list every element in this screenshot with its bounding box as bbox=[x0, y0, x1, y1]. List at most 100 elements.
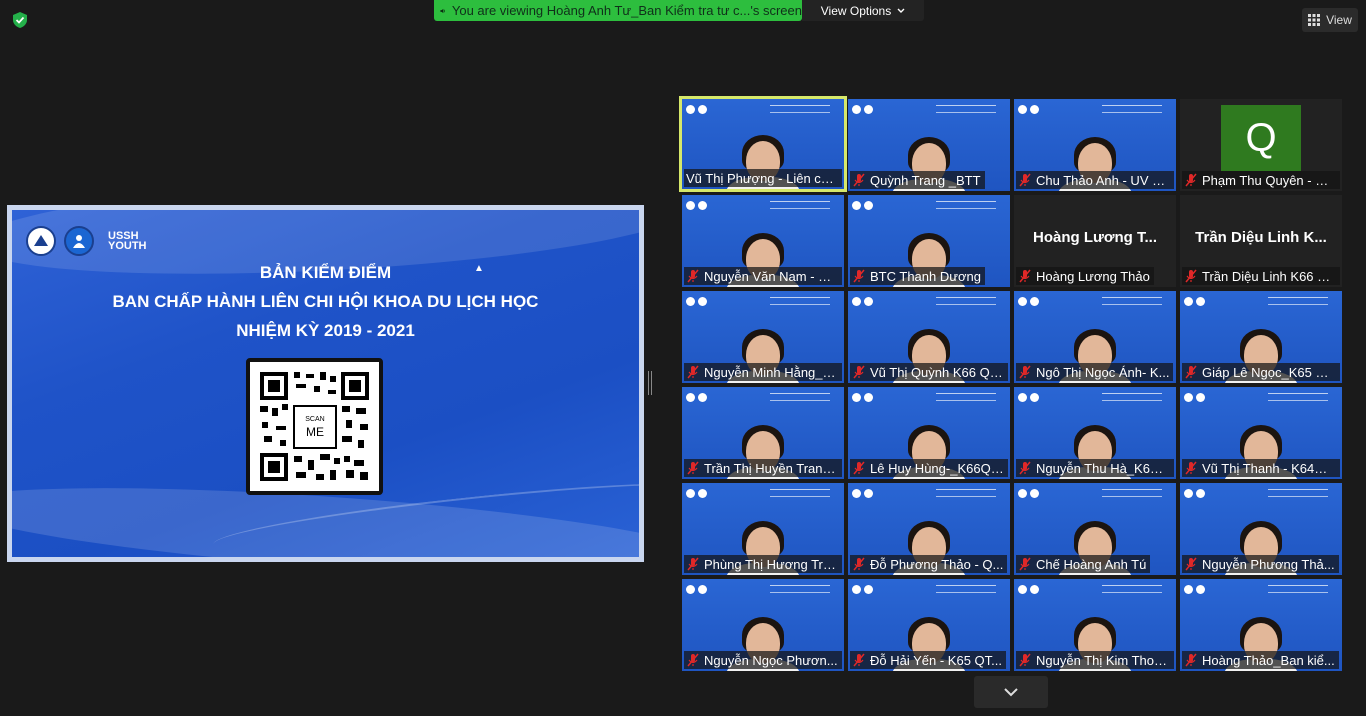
participant-tile[interactable]: Quỳnh Trang _BTT bbox=[848, 99, 1010, 191]
chevron-down-icon bbox=[1004, 688, 1018, 697]
next-page-button[interactable] bbox=[974, 676, 1048, 708]
muted-mic-icon bbox=[1185, 269, 1197, 283]
participant-name-label: Vũ Thị Phượng - Liên chi... bbox=[684, 169, 842, 187]
participant-avatar: Q bbox=[1221, 105, 1301, 171]
participant-display-name: Hoàng Lương T... bbox=[1032, 229, 1157, 246]
zoom-meeting-window: You are viewing Hoàng Anh Tư_Ban Kiểm tr… bbox=[0, 0, 1366, 716]
participant-name: BTC Thanh Dương bbox=[870, 268, 981, 284]
slide-title-line2: BAN CHẤP HÀNH LIÊN CHI HỘI KHOA DU LỊCH … bbox=[112, 292, 539, 311]
background-banner bbox=[1018, 390, 1172, 404]
muted-mic-icon bbox=[853, 365, 865, 379]
gallery-view-button[interactable]: View bbox=[1302, 8, 1358, 32]
participant-tile[interactable]: Vũ Thị Phượng - Liên chi... bbox=[679, 96, 847, 192]
participant-name-label: Hoàng Lương Thảo bbox=[1016, 267, 1154, 285]
participant-tile[interactable]: Phùng Thị Hương Trà... bbox=[682, 483, 844, 575]
participant-tile[interactable]: Trần Diệu Linh K... Trần Diệu Linh K66 Q.… bbox=[1180, 195, 1342, 287]
security-shield-icon[interactable] bbox=[11, 11, 29, 29]
participant-tile[interactable]: Nguyễn Thị Kim Thoa... bbox=[1014, 579, 1176, 671]
participant-tile[interactable]: Hoàng Thảo_Ban kiể... bbox=[1180, 579, 1342, 671]
participant-name-label: Nguyễn Ngọc Phươn... bbox=[684, 651, 842, 669]
participant-tile[interactable]: Ngô Thị Ngọc Ánh- K... bbox=[1014, 291, 1176, 383]
participant-name: Nguyễn Phương Thả... bbox=[1202, 556, 1335, 572]
participant-tile[interactable]: Trần Thị Huyền Trang... bbox=[682, 387, 844, 479]
panel-resize-handle[interactable] bbox=[648, 371, 652, 395]
participant-tile[interactable]: Nguyễn Thu Hà_K64 ... bbox=[1014, 387, 1176, 479]
participant-name-label: Lê Huy Hùng-_K66QT... bbox=[850, 459, 1008, 477]
participant-tile[interactable]: Lê Huy Hùng-_K66QT... bbox=[848, 387, 1010, 479]
background-banner bbox=[852, 294, 1006, 308]
participant-tile[interactable]: Nguyễn Phương Thả... bbox=[1180, 483, 1342, 575]
participant-name-label: Quỳnh Trang _BTT bbox=[850, 171, 985, 189]
participant-name-label: Vũ Thị Quỳnh K66 QT... bbox=[850, 363, 1008, 381]
participant-tile[interactable]: Nguyễn Văn Nam - Đ... bbox=[682, 195, 844, 287]
qr-code: SCAN ME bbox=[246, 358, 383, 495]
participant-name-label: Ngô Thị Ngọc Ánh- K... bbox=[1016, 363, 1174, 381]
background-banner bbox=[1184, 486, 1338, 500]
muted-mic-icon bbox=[687, 461, 699, 475]
participant-name-label: Vũ Thị Thanh - K64QT... bbox=[1182, 459, 1340, 477]
background-banner bbox=[1184, 390, 1338, 404]
qr-me-label: ME bbox=[306, 425, 324, 439]
participant-name: Đỗ Hải Yến - K65 QT... bbox=[870, 652, 1002, 668]
participant-name: Vũ Thị Thanh - K64QT... bbox=[1202, 460, 1336, 476]
participant-name-label: Phùng Thị Hương Trà... bbox=[684, 555, 842, 573]
muted-mic-icon bbox=[1185, 173, 1197, 187]
mouse-cursor-icon: ▲ bbox=[474, 263, 484, 274]
muted-mic-icon bbox=[687, 269, 699, 283]
participant-name: Đỗ Phương Thảo - Q... bbox=[870, 556, 1004, 572]
participant-name: Vũ Thị Quỳnh K66 QT... bbox=[870, 364, 1004, 380]
participant-tile[interactable]: Nguyễn Ngọc Phươn... bbox=[682, 579, 844, 671]
slide-logos: USSH YOUTH bbox=[26, 226, 147, 256]
youth-logo-text: YOUTH bbox=[108, 240, 147, 252]
grid-icon bbox=[1308, 14, 1321, 26]
background-banner bbox=[1018, 294, 1172, 308]
participant-tile[interactable]: BTC Thanh Dương bbox=[848, 195, 1010, 287]
shared-screen-slide: USSH YOUTH BẢN KIỂM ĐIỂM BAN CHẤP HÀNH L… bbox=[7, 205, 644, 562]
participant-tile[interactable]: Chế Hoàng Anh Tú bbox=[1014, 483, 1176, 575]
participant-name: Nguyễn Minh Hằng_K... bbox=[704, 364, 838, 380]
participant-tile[interactable]: Đỗ Hải Yến - K65 QT... bbox=[848, 579, 1010, 671]
participant-name-label: Nguyễn Minh Hằng_K... bbox=[684, 363, 842, 381]
participant-name-label: Nguyễn Thu Hà_K64 ... bbox=[1016, 459, 1174, 477]
view-options-label: View Options bbox=[820, 3, 892, 18]
muted-mic-icon bbox=[1019, 269, 1031, 283]
participant-name-label: Nguyễn Phương Thả... bbox=[1182, 555, 1339, 573]
participant-name: Nguyễn Văn Nam - Đ... bbox=[704, 268, 838, 284]
muted-mic-icon bbox=[853, 461, 865, 475]
participant-name: Ngô Thị Ngọc Ánh- K... bbox=[1036, 364, 1170, 380]
chevron-down-icon bbox=[897, 8, 905, 13]
view-options-button[interactable]: View Options bbox=[802, 0, 924, 21]
participant-name-label: Đỗ Phương Thảo - Q... bbox=[850, 555, 1008, 573]
participant-tile[interactable]: Đỗ Phương Thảo - Q... bbox=[848, 483, 1010, 575]
background-banner bbox=[1184, 582, 1338, 596]
participant-tile[interactable]: Giáp Lê Ngọc_K65 Q... bbox=[1180, 291, 1342, 383]
background-banner bbox=[852, 390, 1006, 404]
participant-tile[interactable]: Q Phạm Thu Quyên - K6... bbox=[1180, 99, 1342, 191]
screen-share-banner: You are viewing Hoàng Anh Tư_Ban Kiểm tr… bbox=[434, 0, 802, 21]
participant-name: Vũ Thị Phượng - Liên chi... bbox=[686, 170, 838, 186]
muted-mic-icon bbox=[853, 557, 865, 571]
participant-tile[interactable]: Chu Thảo Anh - UV B... bbox=[1014, 99, 1176, 191]
participant-name-label: Phạm Thu Quyên - K6... bbox=[1182, 171, 1340, 189]
participant-name-label: Giáp Lê Ngọc_K65 Q... bbox=[1182, 363, 1340, 381]
participant-name-label: Hoàng Thảo_Ban kiể... bbox=[1182, 651, 1339, 669]
participant-tile[interactable]: Vũ Thị Quỳnh K66 QT... bbox=[848, 291, 1010, 383]
muted-mic-icon bbox=[687, 653, 699, 667]
participant-name: Nguyễn Thu Hà_K64 ... bbox=[1036, 460, 1170, 476]
muted-mic-icon bbox=[1185, 653, 1197, 667]
participant-tile[interactable]: Vũ Thị Thanh - K64QT... bbox=[1180, 387, 1342, 479]
participant-name-label: Trần Thị Huyền Trang... bbox=[684, 459, 842, 477]
participant-name-label: Nguyễn Văn Nam - Đ... bbox=[684, 267, 842, 285]
muted-mic-icon bbox=[853, 269, 865, 283]
background-banner bbox=[686, 294, 840, 308]
participant-tile[interactable]: Nguyễn Minh Hằng_K... bbox=[682, 291, 844, 383]
participant-name: Nguyễn Ngọc Phươn... bbox=[704, 652, 838, 668]
background-banner bbox=[852, 486, 1006, 500]
background-banner bbox=[686, 582, 840, 596]
participant-tile[interactable]: Hoàng Lương T... Hoàng Lương Thảo bbox=[1014, 195, 1176, 287]
participant-display-name: Trần Diệu Linh K... bbox=[1195, 229, 1327, 246]
background-banner bbox=[1018, 102, 1172, 116]
background-banner bbox=[686, 486, 840, 500]
background-banner bbox=[1184, 294, 1338, 308]
participant-name-label: Đỗ Hải Yến - K65 QT... bbox=[850, 651, 1006, 669]
